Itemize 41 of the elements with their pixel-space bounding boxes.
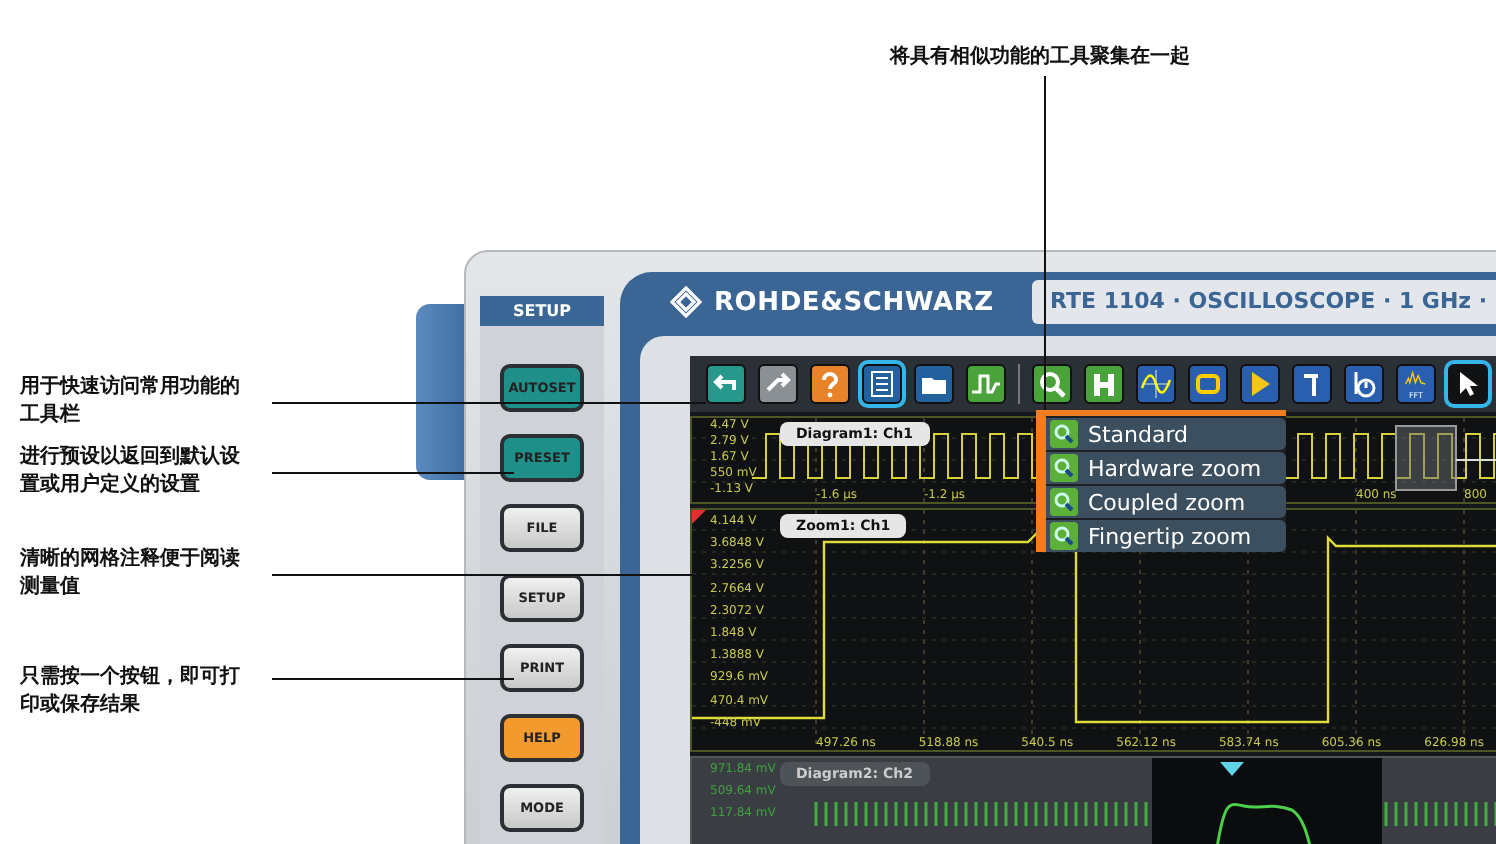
zoom-window-frame bbox=[1395, 425, 1457, 491]
magnifier-icon bbox=[1050, 420, 1078, 448]
diamond-logo-icon bbox=[670, 286, 702, 318]
redo-button[interactable] bbox=[758, 364, 798, 404]
callout-text: 进行预设以返回到默认设置或用户定义的设置 bbox=[20, 444, 242, 500]
help-button[interactable] bbox=[810, 364, 850, 404]
menu-item[interactable]: Standard bbox=[1046, 418, 1286, 450]
callout-text: 用于快速访问常用功能的工具栏 bbox=[20, 374, 242, 430]
waveform-trace bbox=[1214, 803, 1314, 844]
display-button[interactable] bbox=[1188, 364, 1228, 404]
zoom-button[interactable] bbox=[1032, 364, 1072, 404]
callout-text: 只需按一个按钮，即可打印或保存结果 bbox=[20, 664, 242, 720]
waveform-icon bbox=[1140, 368, 1172, 400]
magnifier-icon bbox=[1036, 368, 1068, 400]
cursor-button[interactable] bbox=[1292, 364, 1332, 404]
bars-icon bbox=[1088, 368, 1120, 400]
caption-text: 将具有相似功能的工具聚集在一起 bbox=[887, 43, 1192, 70]
marker-button[interactable] bbox=[1240, 364, 1280, 404]
magnifier-icon bbox=[1050, 454, 1078, 482]
trigger-marker-icon bbox=[1220, 762, 1244, 776]
timer-button[interactable] bbox=[1344, 364, 1384, 404]
leader-line bbox=[1455, 459, 1496, 461]
magnifier-icon bbox=[1050, 488, 1078, 516]
magnifier-icon bbox=[1050, 522, 1078, 550]
panel-title: SETUP bbox=[480, 296, 604, 326]
menu-item[interactable]: Coupled zoom bbox=[1046, 486, 1286, 518]
callout-text: 清晰的网格注释便于阅读测量值 bbox=[20, 546, 242, 602]
model-label: RTE 1104 · OSCILLOSCOPE · 1 GHz · bbox=[1032, 280, 1496, 324]
undo-button[interactable] bbox=[706, 364, 746, 404]
brand-name: ROHDE&SCHWARZ bbox=[714, 287, 994, 317]
menu-item[interactable]: Fingertip zoom bbox=[1046, 520, 1286, 552]
histogram-button[interactable] bbox=[1084, 364, 1124, 404]
corner-marker-icon bbox=[692, 510, 706, 524]
math-button[interactable] bbox=[1136, 364, 1176, 404]
rectangle-icon bbox=[1192, 368, 1224, 400]
folder-button[interactable] bbox=[914, 364, 954, 404]
pointer-button[interactable] bbox=[1448, 364, 1488, 404]
menu-item[interactable]: Hardware zoom bbox=[1046, 452, 1286, 484]
signal-button[interactable] bbox=[966, 364, 1006, 404]
layout-button[interactable] bbox=[862, 364, 902, 404]
panel-layout-icon bbox=[866, 368, 898, 400]
